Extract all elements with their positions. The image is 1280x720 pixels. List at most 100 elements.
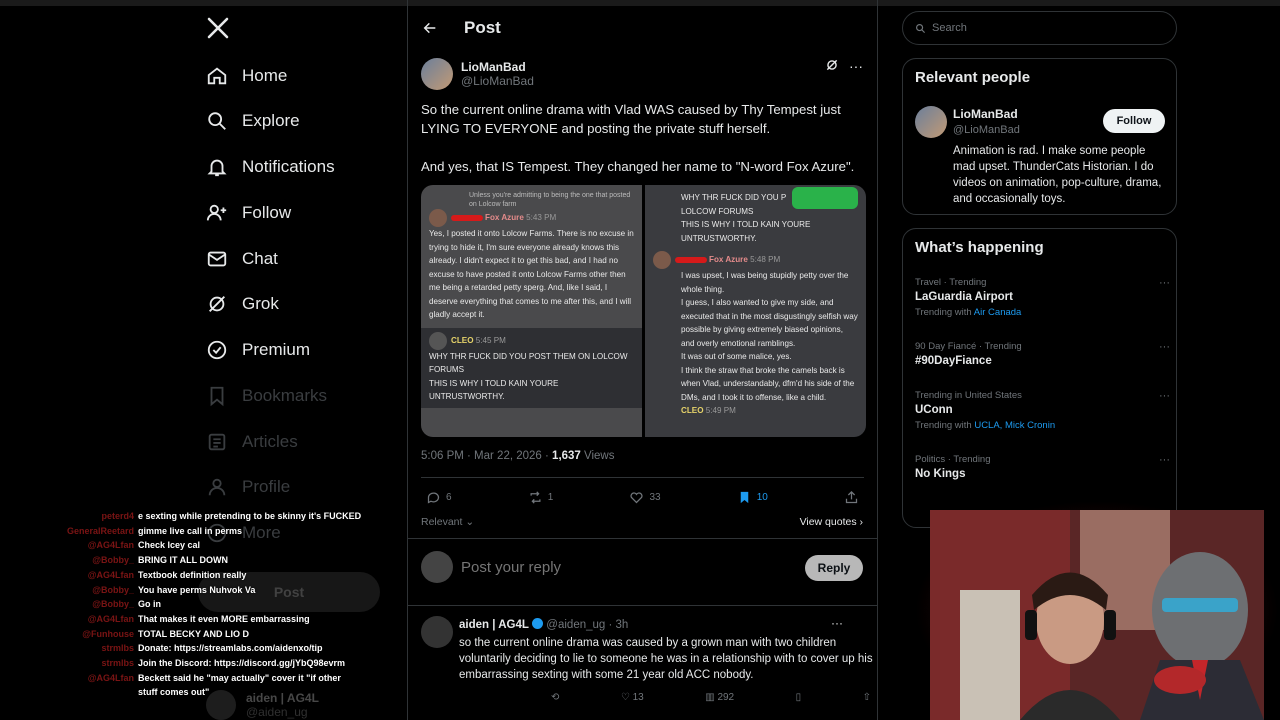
- bookmark-count: 10: [756, 492, 768, 503]
- chat-text: e sexting while pretending to be skinny …: [138, 511, 362, 521]
- chat-username: @AG4Lfan: [87, 569, 134, 580]
- reply-button[interactable]: Reply: [805, 555, 863, 581]
- trend-item[interactable]: Travel · Trending LaGuardia Airport Tren…: [915, 277, 1170, 318]
- like-action[interactable]: 33: [629, 490, 661, 505]
- nav-label: Notifications: [242, 157, 335, 176]
- nav-notifications[interactable]: Notifications: [206, 150, 335, 184]
- more-options-icon[interactable]: ···: [1159, 277, 1170, 289]
- nav-chat[interactable]: Chat: [206, 242, 278, 276]
- share-action[interactable]: [844, 490, 859, 505]
- post-media[interactable]: Unless you're admitting to being the one…: [421, 185, 866, 437]
- chat-username: @Bobby_: [92, 584, 134, 595]
- bookmark-action[interactable]: 10: [737, 490, 768, 505]
- message-time: 5:45 PM: [475, 335, 506, 345]
- back-arrow-icon[interactable]: [422, 20, 438, 36]
- screenshot-left[interactable]: Unless you're admitting to being the one…: [421, 185, 642, 437]
- avatar: [653, 251, 671, 269]
- more-options-icon[interactable]: ···: [849, 58, 863, 74]
- reply-sort-dropdown[interactable]: Relevant ⌄: [421, 516, 474, 528]
- like-action[interactable]: ♡ 13: [621, 692, 644, 703]
- post-timestamp[interactable]: 5:06 PM · Mar 22, 2026 ·: [421, 450, 552, 462]
- view-quotes-link[interactable]: View quotes ›: [800, 516, 863, 528]
- message-time: 5:43 PM: [526, 213, 557, 223]
- message-body: WHY THR FUCK DID YOU POST THEM ON LOLCOW…: [429, 351, 628, 402]
- share-icon[interactable]: ⇧: [863, 692, 871, 703]
- nav-follow[interactable]: Follow: [206, 196, 291, 230]
- x-logo-icon[interactable]: [206, 16, 230, 40]
- chat-text: Textbook definition really: [138, 569, 247, 580]
- grok-icon[interactable]: [825, 58, 839, 72]
- nav-premium[interactable]: Premium: [206, 333, 310, 367]
- nav-grok[interactable]: Grok: [206, 287, 279, 321]
- relevant-people-card: Relevant people LioManBad @LioManBad Fol…: [902, 58, 1177, 215]
- nav-explore[interactable]: Explore: [206, 104, 300, 138]
- views-action[interactable]: ▥ 292: [705, 692, 734, 703]
- chat-message: strmlbs Join the Discord: https://discord…: [62, 656, 362, 671]
- nav-home[interactable]: Home: [206, 59, 287, 93]
- highlight-badge: [792, 187, 858, 209]
- person-icon: [208, 478, 226, 496]
- chat-username: @AG4Lfan: [87, 613, 134, 624]
- trend-item[interactable]: 90 Day Fiancé · Trending #90DayFiance ··…: [915, 341, 1170, 367]
- post-header-actions: ···: [825, 58, 863, 74]
- message-author: Fox Azure: [709, 255, 748, 265]
- follow-button[interactable]: Follow: [1103, 109, 1165, 133]
- add-person-icon: [206, 204, 227, 221]
- like-count: 13: [632, 692, 644, 703]
- trend-title: No Kings: [915, 468, 966, 480]
- repost-action[interactable]: 1: [528, 490, 553, 505]
- webcam-feed: [930, 510, 1264, 720]
- repost-icon[interactable]: ⟲: [551, 692, 559, 703]
- chat-text: You have perms Nuhvok Va: [138, 584, 256, 595]
- nav-label: Profile: [242, 477, 291, 496]
- bookmark-icon[interactable]: ▯: [796, 692, 802, 703]
- trend-sub-prefix: Trending with: [915, 420, 975, 431]
- message-time: 5:49 PM: [705, 406, 736, 415]
- trend-link[interactable]: Air Canada: [974, 307, 1022, 318]
- more-options-icon[interactable]: ···: [1159, 390, 1170, 402]
- person-handle[interactable]: @LioManBad: [953, 124, 1020, 136]
- post-author[interactable]: LioManBad @LioManBad: [421, 58, 534, 90]
- account-switcher[interactable]: aiden | AG4L @aiden_ug: [206, 690, 319, 720]
- reply-author-name[interactable]: aiden | AG4L: [459, 619, 529, 631]
- verified-badge-icon: [532, 618, 544, 629]
- avatar[interactable]: [915, 106, 947, 138]
- nav-label: Follow: [242, 203, 292, 222]
- reply-author-handle[interactable]: @aiden_ug · 3h: [546, 619, 628, 631]
- envelope-icon: [207, 251, 227, 267]
- avatar[interactable]: [421, 58, 453, 90]
- post-actions: 6 1 33 10: [426, 490, 859, 505]
- more-options-icon[interactable]: ···: [1159, 341, 1170, 353]
- nav-articles[interactable]: Articles: [206, 425, 298, 459]
- views-label: Views: [580, 450, 615, 462]
- more-options-icon[interactable]: ···: [831, 616, 843, 630]
- search-icon: [916, 23, 926, 33]
- views-count: 292: [717, 692, 735, 703]
- nav-bookmarks[interactable]: Bookmarks: [206, 379, 327, 413]
- trend-item[interactable]: Politics · Trending No Kings ···: [915, 454, 1170, 480]
- stream-chat-overlay: peterd4 e sexting while pretending to be …: [62, 509, 362, 700]
- trend-item[interactable]: Trending in United States UConn Trending…: [915, 390, 1170, 431]
- trend-title: LaGuardia Airport: [915, 291, 1013, 303]
- nav-label: Premium: [242, 340, 311, 359]
- message-body: Yes, I posted it onto Lolcow Farms. Ther…: [429, 229, 634, 319]
- search-box[interactable]: Search: [902, 11, 1177, 45]
- chat-message: @Bobby_ BRING IT ALL DOWN: [62, 553, 362, 568]
- more-options-icon[interactable]: ···: [1159, 454, 1170, 466]
- reply-action[interactable]: 6: [426, 490, 452, 505]
- screenshot-right[interactable]: WHY THR FUCK DID YOU P LOLCOW FORUMS THI…: [645, 185, 866, 437]
- trend-link[interactable]: UCLA, Mick Cronin: [974, 420, 1055, 431]
- author-name[interactable]: LioManBad: [461, 60, 534, 74]
- chat-username: @Bobby_: [92, 555, 134, 566]
- chat-message: @AG4Lfan Check Icey cal: [62, 538, 362, 553]
- webcam-overlay: [930, 510, 1264, 720]
- author-handle[interactable]: @LioManBad: [461, 74, 534, 88]
- account-handle: @aiden_ug: [246, 705, 308, 719]
- nav-profile[interactable]: Profile: [206, 470, 290, 504]
- avatar: [206, 690, 236, 720]
- reply-input[interactable]: [461, 558, 791, 576]
- message-time: 5:48 PM: [750, 255, 781, 265]
- person-name[interactable]: LioManBad: [953, 107, 1018, 121]
- divider: [408, 538, 877, 539]
- avatar[interactable]: [421, 616, 453, 648]
